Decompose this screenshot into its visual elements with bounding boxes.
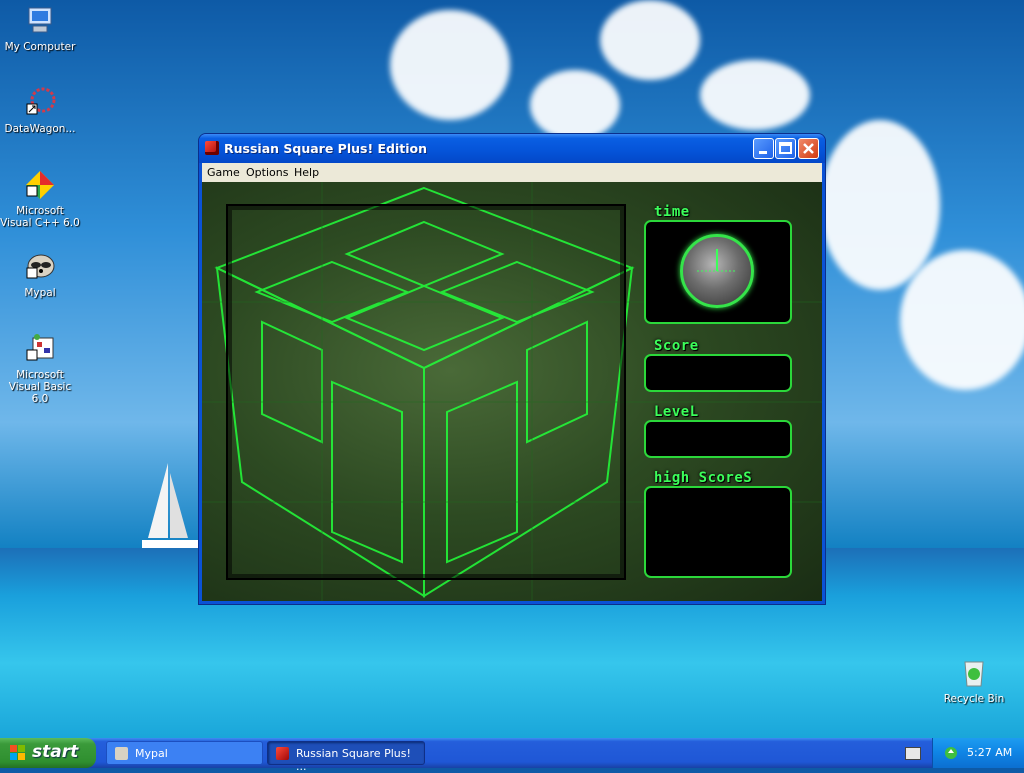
- taskbar-clock[interactable]: 5:27 AM: [967, 746, 1012, 759]
- mypal-raccoon-icon: [23, 250, 57, 284]
- score-label: Score: [654, 338, 699, 354]
- desktop-icon-visual-cpp[interactable]: Microsoft Visual C++ 6.0: [0, 168, 80, 229]
- cloud: [530, 70, 620, 140]
- cloud: [900, 250, 1024, 390]
- cloud: [700, 60, 810, 130]
- desktop-icon-label: Mypal: [24, 287, 56, 299]
- desktop-icon-recycle-bin[interactable]: Recycle Bin: [934, 656, 1014, 705]
- datawagon-icon: [23, 86, 57, 120]
- app-cube-icon: [205, 141, 219, 155]
- maximize-button[interactable]: [775, 138, 796, 159]
- cloud: [390, 10, 510, 120]
- taskbar-item-label: Russian Square Plus! ...: [296, 747, 411, 773]
- menu-options[interactable]: Options: [246, 166, 288, 179]
- network-icon[interactable]: [943, 745, 959, 761]
- desktop-icon-my-computer[interactable]: My Computer: [0, 4, 80, 53]
- start-label: start: [32, 742, 79, 762]
- taskbar-item-mypal[interactable]: Mypal: [106, 741, 263, 765]
- cloud: [820, 120, 940, 290]
- menu-help[interactable]: Help: [294, 166, 319, 179]
- time-label: time: [654, 204, 690, 220]
- taskbar-item-russian-square[interactable]: Russian Square Plus! ...: [267, 741, 425, 773]
- desktop-icon-mypal[interactable]: Mypal: [0, 250, 80, 299]
- time-panel: [644, 220, 792, 324]
- high-scores-label: high ScoreS: [654, 470, 753, 486]
- app-cube-icon: [276, 747, 289, 760]
- desktop-icon-visual-basic[interactable]: Microsoft Visual Basic 6.0: [0, 332, 80, 405]
- desktop-icon-label: My Computer: [4, 41, 76, 53]
- level-label: LeveL: [654, 404, 699, 420]
- menu-game[interactable]: Game: [207, 166, 240, 179]
- visual-cpp-icon: [23, 168, 57, 202]
- game-playfield[interactable]: [226, 204, 626, 580]
- window-titlebar[interactable]: Russian Square Plus! Edition: [199, 134, 825, 163]
- desktop-icon-label: Microsoft Visual C++ 6.0: [0, 205, 80, 229]
- system-tray: 5:27 AM: [932, 738, 1024, 768]
- score-panel: [644, 354, 792, 392]
- maximize-icon: [779, 142, 792, 154]
- windows-flag-icon: [10, 745, 25, 760]
- computer-icon: [23, 4, 57, 38]
- game-client-area: time Score LeveL high ScoreS: [202, 182, 822, 601]
- game-window: Russian Square Plus! Edition Game Option…: [199, 134, 825, 604]
- mypal-raccoon-icon: [115, 747, 128, 760]
- visual-basic-icon: [23, 332, 57, 366]
- minimize-button[interactable]: [753, 138, 774, 159]
- high-scores-panel: [644, 486, 792, 578]
- menubar: Game Options Help: [202, 163, 822, 182]
- desktop-icon-label: DataWagon...: [4, 123, 76, 135]
- close-icon: [803, 143, 814, 154]
- sailboat-image: [142, 463, 198, 548]
- cloud: [600, 0, 700, 80]
- timer-clock-icon: [680, 234, 754, 308]
- taskbar-item-label: Mypal: [135, 747, 168, 760]
- taskbar: start Mypal Russian Square Plus! ... 5:2…: [0, 738, 1024, 773]
- close-button[interactable]: [798, 138, 819, 159]
- window-title: Russian Square Plus! Edition: [224, 141, 428, 156]
- desktop-icon-datawagon[interactable]: DataWagon...: [0, 86, 80, 135]
- start-button[interactable]: start: [0, 738, 96, 768]
- desktop-icon-label: Microsoft Visual Basic 6.0: [8, 369, 72, 405]
- desktop-icon-label: Recycle Bin: [943, 693, 1005, 705]
- recycle-bin-icon: [957, 656, 991, 690]
- level-panel: [644, 420, 792, 458]
- minimize-icon: [759, 151, 767, 154]
- keyboard-icon[interactable]: [905, 747, 921, 760]
